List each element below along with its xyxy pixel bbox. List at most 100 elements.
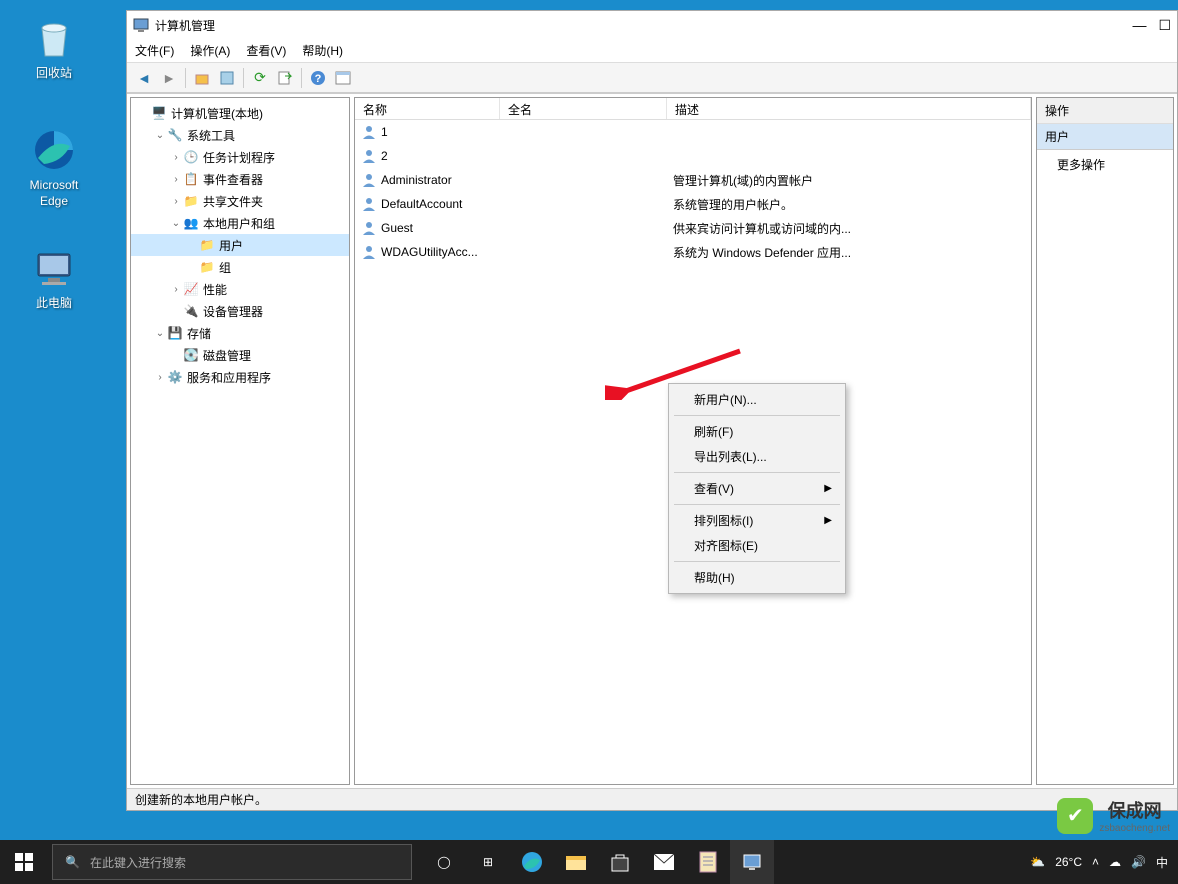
forward-button[interactable]: ► xyxy=(158,67,180,89)
folder-icon: 📁 xyxy=(199,259,215,275)
computer-management-window: 计算机管理 — ☐ 文件(F) 操作(A) 查看(V) 帮助(H) ◄ ► ⟳ … xyxy=(126,10,1178,811)
back-button[interactable]: ◄ xyxy=(133,67,155,89)
ctx-new-user[interactable]: 新用户(N)... xyxy=(672,387,842,412)
menu-action[interactable]: 操作(A) xyxy=(190,42,230,59)
titlebar[interactable]: 计算机管理 — ☐ xyxy=(127,11,1177,39)
users-group-icon: 👥 xyxy=(183,215,199,231)
user-row[interactable]: 2 xyxy=(355,144,1031,168)
col-fullname[interactable]: 全名 xyxy=(500,98,667,119)
maximize-button[interactable]: ☐ xyxy=(1158,17,1171,34)
tree-services-apps[interactable]: ›⚙️服务和应用程序 xyxy=(131,366,349,388)
tree-local-users[interactable]: ⌄👥本地用户和组 xyxy=(131,212,349,234)
tree-event-viewer[interactable]: ›📋事件查看器 xyxy=(131,168,349,190)
col-name[interactable]: 名称 xyxy=(355,98,500,119)
menu-file[interactable]: 文件(F) xyxy=(135,42,174,59)
search-placeholder: 在此键入进行搜索 xyxy=(90,854,186,871)
search-icon: 🔍 xyxy=(65,855,80,869)
tree-shared-folders[interactable]: ›📁共享文件夹 xyxy=(131,190,349,212)
menu-view[interactable]: 查看(V) xyxy=(246,42,286,59)
window-title: 计算机管理 xyxy=(155,17,1132,34)
tray-volume-icon[interactable]: 🔊 xyxy=(1131,855,1146,869)
taskbar: 🔍 在此键入进行搜索 ◯ ⊞ ⛅ 26°C ˄ ☁ 🔊 中 xyxy=(0,840,1178,884)
tree-pane[interactable]: 🖥️计算机管理(本地) ⌄🔧系统工具 ›🕒任务计划程序 ›📋事件查看器 ›📁共享… xyxy=(130,97,350,785)
tree-device-manager[interactable]: 🔌设备管理器 xyxy=(131,300,349,322)
taskbar-explorer[interactable] xyxy=(554,840,598,884)
tree-root[interactable]: 🖥️计算机管理(本地) xyxy=(131,102,349,124)
svg-text:?: ? xyxy=(315,73,322,85)
taskbar-store[interactable] xyxy=(598,840,642,884)
tree-task-scheduler[interactable]: ›🕒任务计划程序 xyxy=(131,146,349,168)
tree-users[interactable]: 📁用户 xyxy=(131,234,349,256)
watermark-shield-icon: ✔ xyxy=(1057,798,1093,834)
export-button[interactable] xyxy=(274,67,296,89)
tray-onedrive-icon[interactable]: ☁ xyxy=(1109,855,1121,869)
refresh-button[interactable]: ⟳ xyxy=(249,67,271,89)
actions-section[interactable]: 用户 xyxy=(1037,124,1173,150)
chevron-right-icon: ▶ xyxy=(824,515,832,526)
ctx-export-list[interactable]: 导出列表(L)... xyxy=(672,444,842,469)
system-tray: ⛅ 26°C ˄ ☁ 🔊 中 xyxy=(1020,854,1178,871)
properties-button[interactable] xyxy=(216,67,238,89)
user-row[interactable]: DefaultAccount系统管理的用户帐户。 xyxy=(355,192,1031,216)
taskbar-notepad[interactable] xyxy=(686,840,730,884)
help-button[interactable]: ? xyxy=(307,67,329,89)
show-hide-pane-button[interactable] xyxy=(332,67,354,89)
folder-up-button[interactable] xyxy=(191,67,213,89)
services-icon: ⚙️ xyxy=(167,369,183,385)
minimize-button[interactable]: — xyxy=(1132,17,1146,34)
context-menu: 新用户(N)... 刷新(F) 导出列表(L)... 查看(V)▶ 排列图标(I… xyxy=(668,383,846,594)
app-icon xyxy=(133,17,149,33)
weather-temp[interactable]: 26°C xyxy=(1055,855,1082,869)
ctx-refresh[interactable]: 刷新(F) xyxy=(672,419,842,444)
menu-help[interactable]: 帮助(H) xyxy=(302,42,343,59)
user-row[interactable]: Guest供来宾访问计算机或访问域的内... xyxy=(355,216,1031,240)
ctx-align-icons[interactable]: 对齐图标(E) xyxy=(672,533,842,558)
tree-disk-mgmt[interactable]: 💽磁盘管理 xyxy=(131,344,349,366)
tree-storage[interactable]: ⌄💾存储 xyxy=(131,322,349,344)
user-icon xyxy=(361,148,377,164)
ctx-arrange-icons[interactable]: 排列图标(I)▶ xyxy=(672,508,842,533)
actions-pane: 操作 用户 更多操作 xyxy=(1036,97,1174,785)
user-icon xyxy=(361,172,377,188)
taskbar-cortana[interactable]: ⊞ xyxy=(466,840,510,884)
task-view-button[interactable]: ◯ xyxy=(422,840,466,884)
edge-icon xyxy=(30,126,78,174)
recycle-bin-icon xyxy=(30,14,78,62)
shared-folder-icon: 📁 xyxy=(183,193,199,209)
ctx-view[interactable]: 查看(V)▶ xyxy=(672,476,842,501)
desktop-this-pc[interactable]: 此电脑 xyxy=(14,244,94,312)
taskbar-search[interactable]: 🔍 在此键入进行搜索 xyxy=(52,844,412,880)
user-row[interactable]: Administrator管理计算机(域)的内置帐户 xyxy=(355,168,1031,192)
thispc-icon xyxy=(30,244,78,292)
user-icon xyxy=(361,124,377,140)
user-row[interactable]: 1 xyxy=(355,120,1031,144)
user-icon xyxy=(361,196,377,212)
user-icon xyxy=(361,244,377,260)
user-row[interactable]: WDAGUtilityAcc...系统为 Windows Defender 应用… xyxy=(355,240,1031,264)
list-pane[interactable]: 名称 全名 描述 12Administrator管理计算机(域)的内置帐户Def… xyxy=(354,97,1032,785)
list-body[interactable]: 12Administrator管理计算机(域)的内置帐户DefaultAccou… xyxy=(355,120,1031,784)
actions-more[interactable]: 更多操作 xyxy=(1037,150,1173,179)
desktop-recycle-bin[interactable]: 回收站 xyxy=(14,14,94,82)
tray-ime[interactable]: 中 xyxy=(1156,854,1168,871)
tree-system-tools[interactable]: ⌄🔧系统工具 xyxy=(131,124,349,146)
desktop-icon-label: Microsoft Edge xyxy=(14,178,94,209)
tray-chevron-up-icon[interactable]: ˄ xyxy=(1092,855,1099,869)
taskbar-compmgmt[interactable] xyxy=(730,840,774,884)
weather-icon[interactable]: ⛅ xyxy=(1030,855,1045,869)
taskbar-mail[interactable] xyxy=(642,840,686,884)
desktop-edge[interactable]: Microsoft Edge xyxy=(14,126,94,209)
tree-groups[interactable]: 📁组 xyxy=(131,256,349,278)
taskbar-edge[interactable] xyxy=(510,840,554,884)
watermark: ✔ 保成网 zsbaocheng.net xyxy=(1057,797,1170,834)
tree-performance[interactable]: ›📈性能 xyxy=(131,278,349,300)
storage-icon: 💾 xyxy=(167,325,183,341)
ctx-help[interactable]: 帮助(H) xyxy=(672,565,842,590)
tools-icon: 🔧 xyxy=(167,127,183,143)
statusbar: 创建新的本地用户帐户。 xyxy=(127,788,1177,810)
col-desc[interactable]: 描述 xyxy=(667,98,1031,119)
desktop-icon-label: 回收站 xyxy=(14,66,94,82)
start-button[interactable] xyxy=(0,840,48,884)
watermark-url: zsbaocheng.net xyxy=(1099,823,1170,834)
device-icon: 🔌 xyxy=(183,303,199,319)
